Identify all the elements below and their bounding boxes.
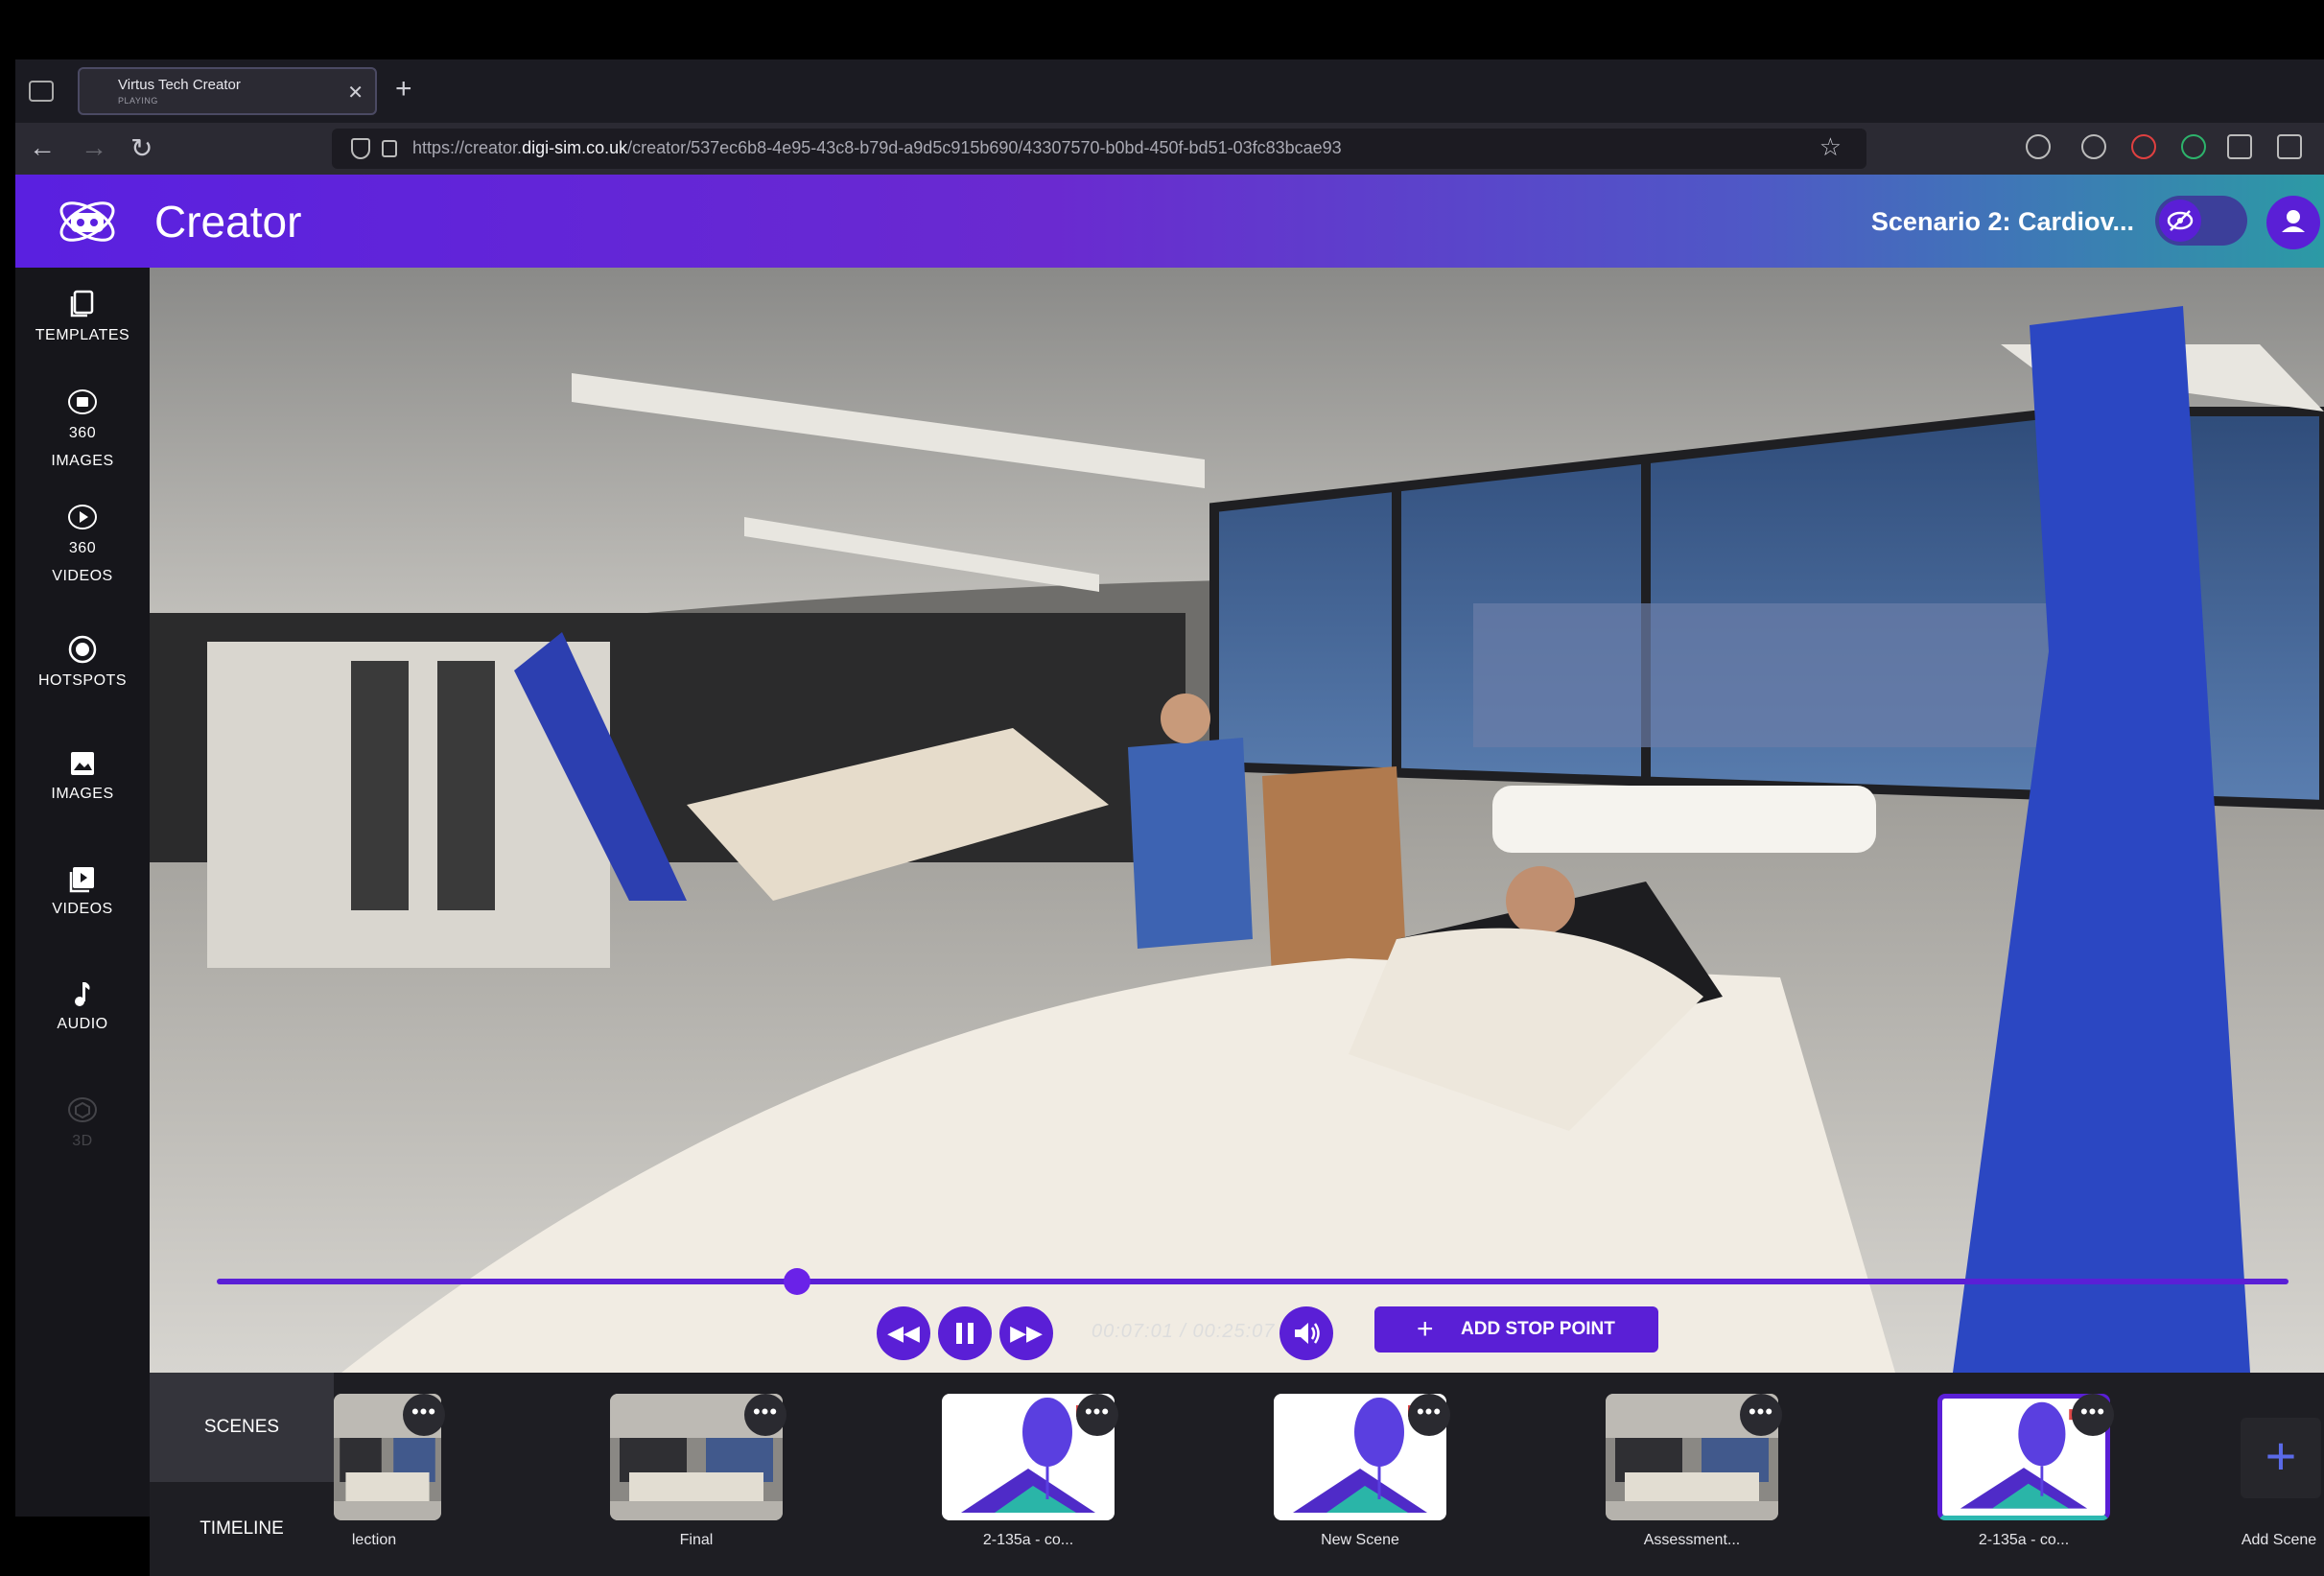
bookmark-star-icon[interactable]: ☆ — [1819, 132, 1842, 162]
progress-scrubber[interactable] — [783, 1268, 810, 1295]
extension-badge-icon[interactable] — [2131, 134, 2156, 159]
sidebar-item-images[interactable]: IMAGES — [15, 749, 150, 811]
sidebar-item-label: AUDIO — [57, 1016, 108, 1032]
plus-icon: + — [1417, 1313, 1434, 1345]
app-header: Creator Scenario 2: Cardiov... — [15, 175, 2324, 268]
sidebar-item-label: HOTSPOTS — [37, 672, 127, 689]
tool-sidebar: TEMPLATES 360 IMAGES 360 VIDEOS HOTSPOTS… — [15, 268, 150, 1517]
fast-forward-icon: ▶▶ — [1010, 1321, 1043, 1345]
close-tab-icon[interactable]: ✕ — [347, 81, 364, 105]
scene-label: 2-135a - co... — [982, 1532, 1074, 1548]
scene-card[interactable]: ••• — [334, 1394, 445, 1524]
video-progress-bar[interactable] — [217, 1268, 2289, 1295]
music-note-icon — [75, 982, 90, 1006]
url-text[interactable]: https://creator.digi-sim.co.uk/creator/5… — [412, 138, 1342, 158]
playback-time: 00:07:01 / 00:25:07 — [1092, 1321, 1276, 1342]
scene-card[interactable]: ••• — [1274, 1394, 1450, 1524]
more-options-icon[interactable]: ••• — [2072, 1394, 2114, 1436]
video-icon — [69, 867, 94, 893]
sidebar-item-label: TEMPLATES — [35, 327, 130, 343]
rewind-button[interactable]: ◀◀ — [877, 1306, 930, 1360]
scenes-panel: SCENES TIMELINE ••• lection ••• Final ••• 2-1… — [150, 1373, 2324, 1576]
tab-title: Virtus Tech Creator — [118, 77, 241, 93]
scene-label: Final — [679, 1532, 714, 1548]
account-icon[interactable] — [2081, 134, 2106, 159]
sidebar-item-label: 3D — [72, 1133, 93, 1149]
hotspot-icon — [68, 635, 97, 664]
scene-viewer[interactable]: ◀◀ ▶▶ 00:07:01 / 00:25:07 + ADD STOP POI… — [150, 268, 2324, 1373]
360-image-icon — [68, 389, 97, 414]
reload-icon[interactable]: ↻ — [130, 132, 153, 164]
pocket-icon[interactable] — [2026, 134, 2051, 159]
fast-forward-button[interactable]: ▶▶ — [999, 1306, 1053, 1360]
url-bar[interactable]: https://creator.digi-sim.co.uk/creator/5… — [332, 129, 1866, 169]
360-video-icon — [68, 505, 97, 529]
forward-icon[interactable]: → — [81, 132, 107, 163]
volume-icon — [1295, 1323, 1320, 1344]
scene-card[interactable]: ••• — [1606, 1394, 1782, 1524]
templates-icon — [70, 290, 94, 318]
sidebar-item-label: IMAGES — [51, 453, 114, 469]
add-scene-label: Add Scene — [2241, 1532, 2317, 1548]
more-options-icon[interactable]: ••• — [403, 1394, 445, 1436]
more-options-icon[interactable]: ••• — [1076, 1394, 1118, 1436]
lock-icon[interactable] — [382, 140, 397, 157]
sidebar-item-label: IMAGES — [51, 786, 114, 802]
sidebar-item-label: 360 — [68, 540, 97, 556]
sidebar-item-360-videos[interactable]: 360 VIDEOS — [15, 502, 150, 588]
screen: Virtus Tech Creator PLAYING ✕ + ← → ↻ ht… — [0, 0, 2324, 1576]
scenario-title[interactable]: Scenario 2: Cardiov... — [1871, 207, 2134, 237]
tab-timeline[interactable]: TIMELINE — [150, 1482, 334, 1576]
add-stop-point-button[interactable]: + ADD STOP POINT — [1374, 1306, 1658, 1353]
virtus-logo-icon — [59, 201, 115, 242]
3d-cube-icon — [68, 1097, 97, 1122]
sidebar-item-label: 360 — [68, 425, 97, 441]
browser-tabbar: Virtus Tech Creator PLAYING ✕ + — [15, 59, 2324, 123]
pause-icon — [956, 1323, 974, 1344]
sidebar-item-label: VIDEOS — [52, 901, 113, 917]
scene-card[interactable]: ••• — [1937, 1394, 2114, 1524]
add-scene-button[interactable]: + — [2241, 1418, 2321, 1498]
sidebar-item-templates[interactable]: TEMPLATES — [15, 289, 150, 352]
scene-card[interactable]: ••• — [610, 1394, 786, 1524]
scene-card[interactable]: ••• — [942, 1394, 1118, 1524]
add-stop-point-label: ADD STOP POINT — [1461, 1319, 1615, 1339]
browser-window: Virtus Tech Creator PLAYING ✕ + ← → ↻ ht… — [15, 59, 2324, 1576]
volume-button[interactable] — [1279, 1306, 1333, 1360]
sidebar-item-hotspots[interactable]: HOTSPOTS — [15, 634, 150, 697]
sidebar-item-360-images[interactable]: 360 IMAGES — [15, 387, 150, 473]
more-extensions-icon[interactable] — [2227, 134, 2252, 159]
scene-label: 2-135a - co... — [1978, 1532, 2070, 1548]
more-options-icon[interactable]: ••• — [744, 1394, 786, 1436]
scene-label: lection — [351, 1532, 397, 1548]
eye-off-icon — [2159, 200, 2201, 242]
tab-overview-icon[interactable] — [29, 81, 54, 102]
rewind-icon: ◀◀ — [887, 1321, 920, 1345]
user-avatar-icon[interactable] — [2266, 196, 2320, 249]
pause-button[interactable] — [938, 1306, 992, 1360]
visibility-toggle[interactable] — [2155, 196, 2247, 246]
browser-tab[interactable]: Virtus Tech Creator PLAYING ✕ — [78, 67, 377, 115]
new-tab-icon[interactable]: + — [395, 73, 412, 106]
360-video-frame[interactable] — [150, 268, 2324, 1373]
extensions-puzzle-icon[interactable] — [2277, 134, 2302, 159]
sidebar-item-videos[interactable]: VIDEOS — [15, 864, 150, 926]
scene-label: Assessment... — [1643, 1532, 1741, 1548]
shield-icon[interactable] — [351, 138, 370, 159]
plus-icon: + — [2265, 1425, 2297, 1486]
sidebar-item-audio[interactable]: AUDIO — [15, 979, 150, 1041]
more-options-icon[interactable]: ••• — [1408, 1394, 1450, 1436]
tab-scenes[interactable]: SCENES — [150, 1373, 334, 1482]
sidebar-item-label: VIDEOS — [52, 568, 113, 584]
grammarly-icon[interactable] — [2181, 134, 2206, 159]
image-icon — [71, 752, 94, 775]
app-title: Creator — [154, 197, 302, 247]
tab-status: PLAYING — [118, 96, 158, 106]
more-options-icon[interactable]: ••• — [1740, 1394, 1782, 1436]
back-icon[interactable]: ← — [29, 132, 56, 163]
browser-navbar: ← → ↻ https://creator.digi-sim.co.uk/cre… — [15, 123, 2324, 175]
sidebar-item-3d: 3D — [15, 1094, 150, 1158]
scene-label: New Scene — [1321, 1532, 1399, 1548]
